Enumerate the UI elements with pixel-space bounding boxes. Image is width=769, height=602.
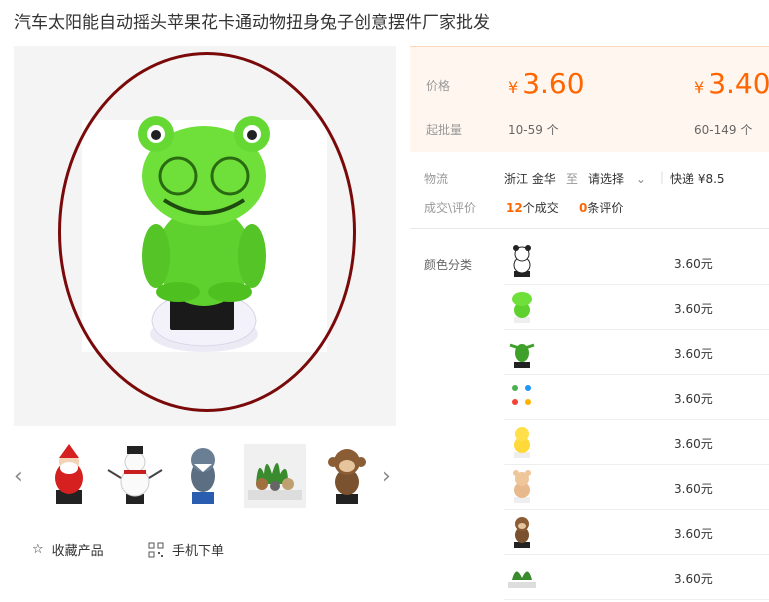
color-option[interactable]: 3.60元 — [504, 420, 769, 465]
plant-icon — [509, 343, 535, 368]
mobile-order-button[interactable]: 手机下单 — [148, 540, 224, 559]
shipping-fee: 快递 ¥8.5 — [670, 172, 725, 186]
thumbnail-snowman[interactable] — [104, 444, 166, 508]
color-option[interactable]: 3.60元 — [504, 330, 769, 375]
thumbnail-monkey[interactable] — [316, 444, 378, 508]
chevron-left-icon[interactable]: ‹ — [14, 464, 23, 489]
qty-range-2: 60-149 个 — [694, 123, 753, 137]
favorite-button[interactable]: ☆ 收藏产品 — [32, 540, 104, 559]
color-option[interactable]: 3.60元 — [504, 375, 769, 420]
thumbnail-group[interactable] — [244, 444, 306, 508]
star-icon: ☆ — [32, 542, 44, 557]
price-label: 价格 — [426, 79, 451, 93]
deal-count: 12 — [506, 201, 523, 215]
thumbnail-santa[interactable] — [38, 444, 100, 508]
price-panel: 价格 ¥3.60 ¥3.40 起批量 10-59 个 60-149 个 — [410, 46, 769, 152]
mini-set-icon — [512, 385, 531, 405]
moq-label: 起批量 — [426, 123, 463, 137]
main-product-image[interactable] — [14, 46, 396, 426]
color-option[interactable]: 3.60元 — [504, 285, 769, 330]
product-title: 汽车太阳能自动摇头苹果花卡通动物扭身兔子创意摆件厂家批发 — [14, 13, 490, 33]
chevron-down-icon: ⌄ — [635, 172, 646, 186]
frog-icon — [512, 292, 532, 323]
monkey-icon — [514, 517, 530, 548]
color-category-label: 颜色分类 — [424, 258, 473, 272]
price-tier-1: ¥3.60 — [508, 67, 585, 100]
deals-row: 成交\评价 12个成交 0条评价 — [424, 201, 624, 215]
origin-text: 浙江 金华 — [504, 172, 556, 186]
chevron-right-icon[interactable]: › — [382, 464, 391, 489]
destination-select[interactable]: 请选择 ⌄ — [588, 170, 646, 187]
color-option[interactable]: 3.60元 — [504, 555, 769, 600]
panda-icon — [513, 245, 531, 277]
color-option[interactable]: 3.60元 — [504, 510, 769, 555]
group-icon — [508, 571, 536, 588]
qty-range-1: 10-59 个 — [508, 123, 559, 137]
thumbnail-shark[interactable] — [172, 444, 234, 508]
color-option-list: 3.60元 3.60元 3.60元 3.60元 3.60元 3.60元 3.60… — [504, 240, 769, 600]
chick-icon — [514, 427, 530, 458]
qr-code-icon — [148, 542, 164, 557]
logistics-row: 物流 浙江 金华 至 请选择 ⌄ | 快递 ¥8.5 — [424, 170, 725, 186]
divider — [410, 228, 769, 229]
bear-icon — [513, 470, 531, 503]
thumbnail-strip: ‹ › — [14, 438, 396, 514]
price-tier-2: ¥3.40 — [694, 67, 769, 100]
highlight-circle — [58, 52, 356, 412]
color-option[interactable]: 3.60元 — [504, 465, 769, 510]
color-option[interactable]: 3.60元 — [504, 240, 769, 285]
